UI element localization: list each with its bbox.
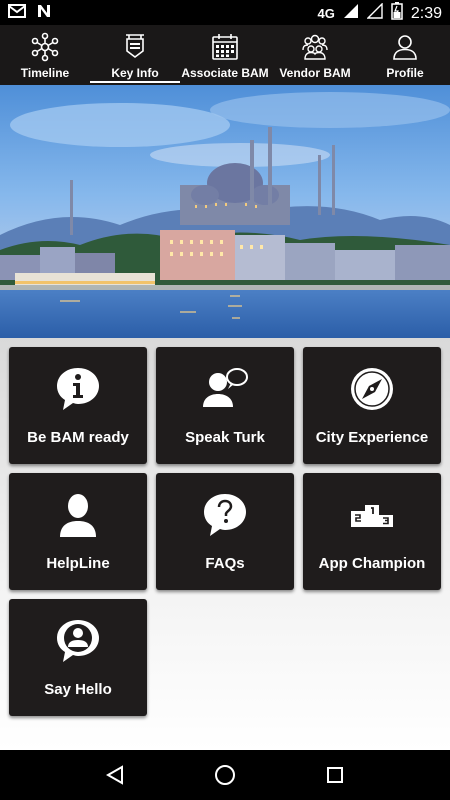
- tab-label: Key Info: [111, 66, 159, 80]
- question-bubble-icon: [201, 491, 249, 539]
- tab-bar: Timeline Key Info Associate BAM Vendor B…: [0, 25, 450, 85]
- tile-be-bam-ready[interactable]: Be BAM ready: [9, 347, 147, 464]
- recents-square-icon: [327, 767, 343, 783]
- group-icon: [300, 32, 330, 62]
- network-icon: [30, 32, 60, 62]
- speaking-person-icon: [201, 365, 249, 413]
- tab-associate-bam[interactable]: Associate BAM: [180, 25, 270, 85]
- person-silhouette-icon: [54, 491, 102, 539]
- tile-label: Say Hello: [44, 681, 112, 698]
- network-type: 4G: [317, 6, 335, 21]
- tab-label: Timeline: [20, 66, 70, 80]
- tab-label: Vendor BAM: [279, 66, 351, 80]
- tile-speak-turk[interactable]: Speak Turk: [156, 347, 294, 464]
- tab-label: Associate BAM: [181, 66, 269, 80]
- tab-key-info[interactable]: Key Info: [90, 25, 180, 85]
- tile-label: City Experience: [315, 429, 429, 446]
- key-info-grid: Be BAM ready Speak Turk City Experience …: [0, 338, 450, 750]
- tile-label: FAQs: [205, 555, 245, 572]
- tile-helpline[interactable]: HelpLine: [9, 473, 147, 590]
- tile-label: App Champion: [318, 555, 426, 572]
- battery-icon: [391, 2, 403, 25]
- info-bubble-icon: [54, 365, 102, 413]
- recents-button[interactable]: [315, 755, 355, 795]
- tile-label: Be BAM ready: [27, 429, 129, 446]
- back-triangle-icon: [105, 765, 123, 785]
- gmail-icon: [8, 3, 26, 24]
- back-button[interactable]: [95, 755, 135, 795]
- tab-profile[interactable]: Profile: [360, 25, 450, 85]
- tile-city-experience[interactable]: City Experience: [303, 347, 441, 464]
- status-bar: 4G 2:39: [0, 0, 450, 25]
- tile-say-hello[interactable]: Say Hello: [9, 599, 147, 716]
- person-icon: [390, 32, 420, 62]
- calendar-icon: [210, 32, 240, 62]
- tile-label: HelpLine: [46, 555, 110, 572]
- compass-icon: [348, 365, 396, 413]
- signal-icon: [343, 3, 359, 24]
- tile-app-champion[interactable]: App Champion: [303, 473, 441, 590]
- tile-faqs[interactable]: FAQs: [156, 473, 294, 590]
- tile-label: Speak Turk: [185, 429, 265, 446]
- home-button[interactable]: [205, 755, 245, 795]
- tab-vendor-bam[interactable]: Vendor BAM: [270, 25, 360, 85]
- chat-person-icon: [54, 617, 102, 665]
- clock: 2:39: [410, 4, 442, 22]
- tab-timeline[interactable]: Timeline: [0, 25, 90, 85]
- signboard-icon: [120, 32, 150, 62]
- city-skyline-image: [0, 85, 450, 338]
- signal-empty-icon: [366, 2, 383, 24]
- podium-icon: [348, 491, 396, 539]
- tab-label: Profile: [386, 66, 424, 80]
- android-nav-bar: [0, 750, 450, 800]
- n-notification-icon: [36, 3, 52, 24]
- home-circle-icon: [215, 765, 235, 785]
